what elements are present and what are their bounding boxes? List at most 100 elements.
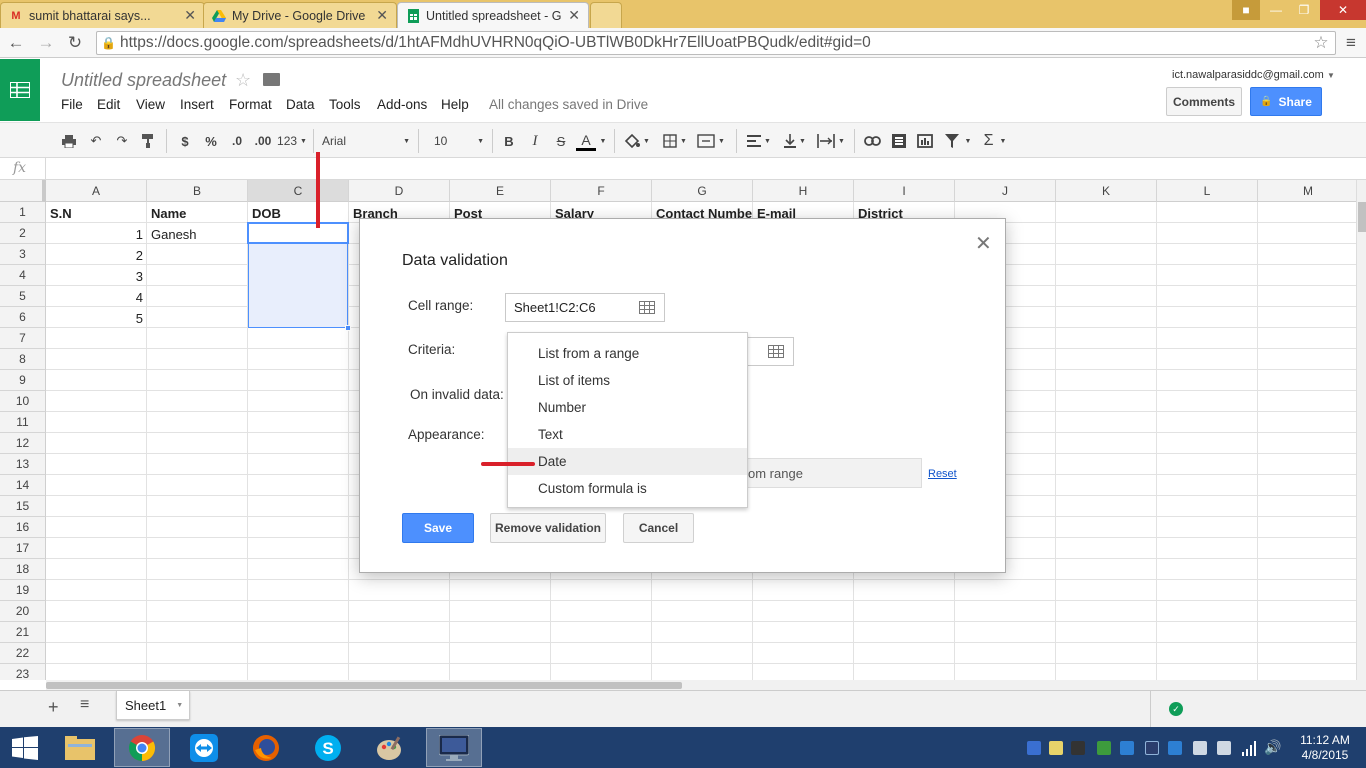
tray-icon[interactable]: [1049, 741, 1063, 755]
column-header-b[interactable]: B: [147, 180, 248, 202]
account-email[interactable]: ict.nawalparasiddc@gmail.com: [1172, 69, 1324, 81]
redo-icon[interactable]: ↷: [112, 131, 132, 151]
menu-file[interactable]: File: [61, 97, 83, 112]
criteria-option-custom-formula[interactable]: Custom formula is: [508, 475, 747, 502]
vertical-scrollbar[interactable]: [1356, 180, 1366, 680]
tray-icon[interactable]: [1071, 741, 1085, 755]
tray-icon[interactable]: [1193, 741, 1207, 755]
column-header-m[interactable]: M: [1258, 180, 1356, 202]
row-header[interactable]: 2: [0, 223, 46, 244]
column-header-j[interactable]: J: [955, 180, 1056, 202]
italic-button[interactable]: I: [526, 131, 544, 151]
strikethrough-button[interactable]: S: [552, 131, 570, 151]
insert-link-icon[interactable]: [862, 131, 882, 151]
menu-edit[interactable]: Edit: [97, 97, 120, 112]
decrease-decimal-button[interactable]: .0: [226, 131, 248, 151]
row-header[interactable]: 11: [0, 412, 46, 433]
criteria-option-list-of-items[interactable]: List of items: [508, 367, 747, 394]
row-header[interactable]: 19: [0, 580, 46, 601]
menu-insert[interactable]: Insert: [180, 97, 214, 112]
tab-sheets[interactable]: Untitled spreadsheet - Go ✕: [397, 2, 589, 28]
vertical-scroll-thumb[interactable]: [1358, 202, 1366, 232]
row-header[interactable]: 7: [0, 328, 46, 349]
row-header[interactable]: 20: [0, 601, 46, 622]
dropdown-arrow-icon[interactable]: ▼: [598, 131, 608, 151]
insert-comment-icon[interactable]: [889, 131, 909, 151]
tray-icon[interactable]: [1027, 741, 1041, 755]
merge-cells-icon[interactable]: ▼: [694, 131, 728, 151]
row-header[interactable]: 16: [0, 517, 46, 538]
paint-icon[interactable]: [362, 728, 418, 767]
more-formats-button[interactable]: 123 ▼: [276, 131, 308, 151]
row-header[interactable]: 15: [0, 496, 46, 517]
chrome-menu-icon[interactable]: ≡: [1340, 32, 1362, 54]
add-sheet-icon[interactable]: +: [48, 697, 59, 718]
all-sheets-icon[interactable]: ≡: [80, 696, 89, 714]
cell-b2[interactable]: Ganesh: [147, 224, 248, 244]
row-header[interactable]: 1: [0, 202, 46, 223]
menu-format[interactable]: Format: [229, 97, 272, 112]
menu-addons[interactable]: Add-ons: [377, 97, 427, 112]
system-clock[interactable]: 11:12 AM 4/8/2015: [1290, 733, 1360, 763]
column-header-l[interactable]: L: [1157, 180, 1258, 202]
functions-button[interactable]: Σ ▼: [980, 131, 1010, 151]
column-header-c[interactable]: C: [248, 180, 349, 202]
tab-drive[interactable]: My Drive - Google Drive ✕: [203, 2, 397, 28]
column-header-e[interactable]: E: [450, 180, 551, 202]
forward-icon[interactable]: →: [35, 32, 57, 54]
row-header[interactable]: 13: [0, 454, 46, 475]
tray-icon[interactable]: [1097, 741, 1111, 755]
grid-select-icon[interactable]: [639, 301, 655, 317]
battery-icon[interactable]: [1217, 741, 1231, 755]
network-icon[interactable]: [1241, 740, 1257, 756]
new-tab-button[interactable]: [590, 2, 622, 28]
tab-gmail[interactable]: M sumit bhattarai says... ✕: [0, 2, 205, 28]
cell-a2[interactable]: 1: [46, 224, 147, 244]
print-icon[interactable]: [59, 131, 79, 151]
vertical-align-icon[interactable]: ▼: [780, 131, 810, 151]
comments-button[interactable]: Comments: [1166, 87, 1242, 116]
font-size-select[interactable]: 10 ▼: [434, 131, 484, 151]
horizontal-scroll-thumb[interactable]: [46, 682, 682, 689]
column-header-i[interactable]: I: [854, 180, 955, 202]
currency-format-button[interactable]: $: [176, 131, 194, 151]
cell-a5[interactable]: 4: [46, 287, 147, 307]
cancel-button[interactable]: Cancel: [623, 513, 694, 543]
borders-icon[interactable]: ▼: [660, 131, 690, 151]
font-family-select[interactable]: Arial ▼: [322, 131, 410, 151]
close-icon[interactable]: ✕: [975, 231, 992, 256]
cell-a4[interactable]: 3: [46, 266, 147, 286]
column-header-k[interactable]: K: [1056, 180, 1157, 202]
minimize-icon[interactable]: —: [1262, 0, 1290, 20]
save-button[interactable]: Save: [402, 513, 474, 543]
bluetooth-icon[interactable]: [1145, 741, 1159, 755]
reload-icon[interactable]: ↻: [64, 32, 86, 54]
url-input[interactable]: 🔒 https://docs.google.com/spreadsheets/d…: [96, 31, 1336, 55]
filter-icon[interactable]: ▼: [941, 131, 975, 151]
star-icon[interactable]: ☆: [235, 70, 251, 91]
row-header[interactable]: 6: [0, 307, 46, 328]
row-header[interactable]: 17: [0, 538, 46, 559]
cell-range-input[interactable]: Sheet1!C2:C6: [505, 293, 665, 322]
horizontal-align-icon[interactable]: ▼: [744, 131, 774, 151]
row-header[interactable]: 4: [0, 265, 46, 286]
check-icon[interactable]: ✓: [1169, 702, 1183, 716]
row-header[interactable]: 23: [0, 664, 46, 680]
tray-icon[interactable]: [1120, 741, 1134, 755]
criteria-option-date[interactable]: Date: [508, 448, 747, 475]
column-header-h[interactable]: H: [753, 180, 854, 202]
user-icon[interactable]: ■: [1232, 0, 1260, 20]
row-header[interactable]: 14: [0, 475, 46, 496]
column-header-g[interactable]: G: [652, 180, 753, 202]
row-header[interactable]: 9: [0, 370, 46, 391]
close-icon[interactable]: ✕: [376, 7, 388, 24]
row-header[interactable]: 18: [0, 559, 46, 580]
fill-handle[interactable]: [345, 325, 351, 331]
row-header[interactable]: 5: [0, 286, 46, 307]
cell-b1[interactable]: Name: [147, 203, 248, 223]
row-header[interactable]: 21: [0, 622, 46, 643]
menu-tools[interactable]: Tools: [329, 97, 361, 112]
menu-view[interactable]: View: [136, 97, 165, 112]
firefox-icon[interactable]: [238, 728, 294, 767]
grid-select-icon[interactable]: [768, 345, 784, 361]
